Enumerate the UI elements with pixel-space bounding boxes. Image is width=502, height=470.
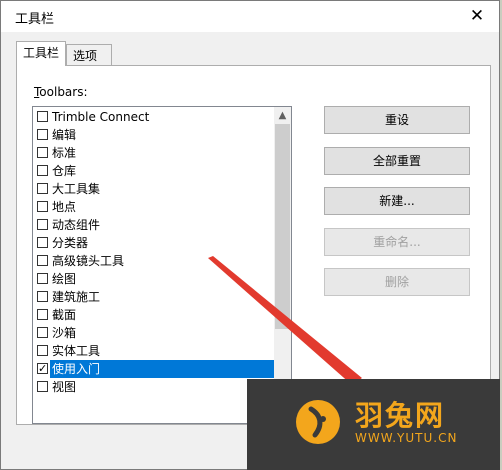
yutu-logo-icon xyxy=(296,400,340,444)
watermark: 羽兔网 WWW.YUTU.CN xyxy=(247,379,500,470)
watermark-name: 羽兔网 xyxy=(355,399,446,432)
watermark-url: WWW.YUTU.CN xyxy=(355,431,458,445)
tab-toolbars[interactable]: 工具栏 xyxy=(16,41,66,66)
